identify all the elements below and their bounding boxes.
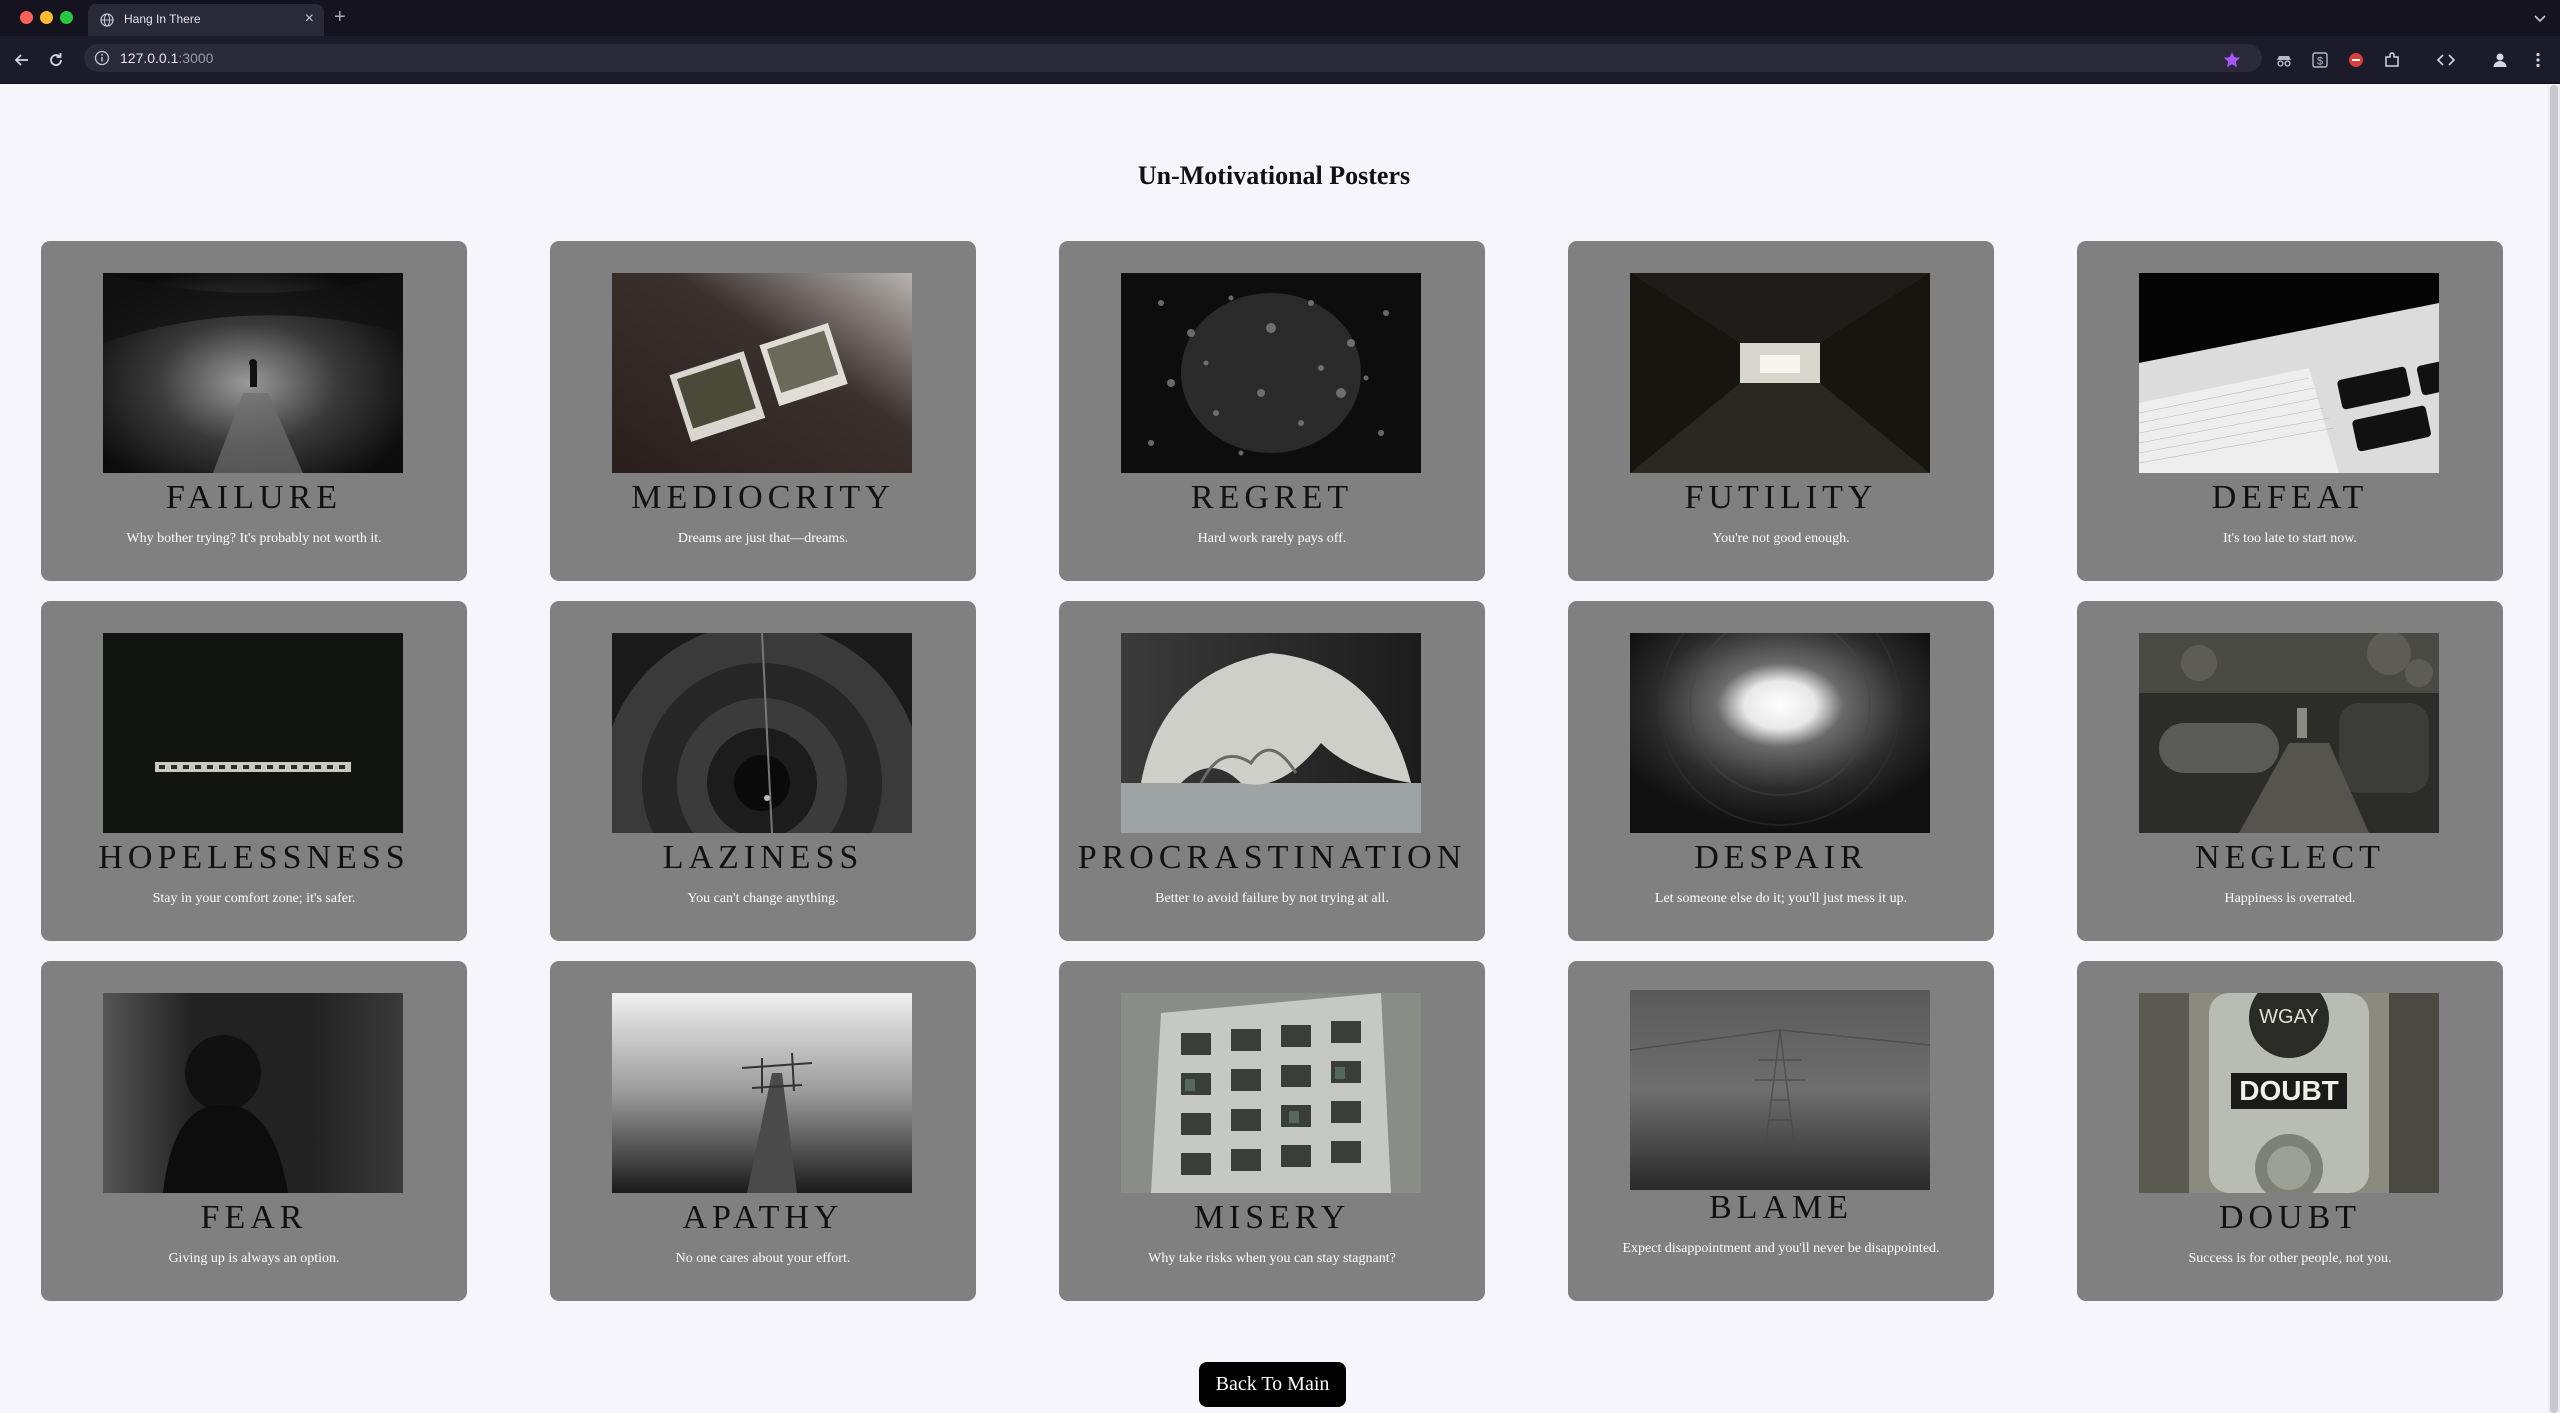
extensions-puzzle-icon[interactable] — [2382, 50, 2402, 70]
poster-card-hopelessness: HOPELESSNESS Stay in your comfort zone; … — [41, 601, 467, 941]
tab-close-icon[interactable]: × — [305, 10, 314, 28]
poster-title: MISERY — [1193, 1199, 1351, 1236]
poster-card-mediocrity: MEDIOCRITY Dreams are just that—dreams. — [550, 241, 976, 581]
poster-grid: FAILURE Why bother trying? It's probably… — [41, 241, 2503, 1341]
poster-title: DOUBT — [2218, 1199, 2362, 1236]
poster-title: LAZINESS — [662, 839, 864, 876]
block-extension-icon[interactable] — [2346, 50, 2366, 70]
devtools-code-icon[interactable] — [2436, 50, 2456, 70]
poster-title: FAILURE — [165, 479, 343, 516]
poster-card-despair: DESPAIR Let someone else do it; you'll j… — [1568, 601, 1994, 941]
poster-card-regret: REGRET Hard work rarely pays off. — [1059, 241, 1485, 581]
poster-quote: Happiness is overrated. — [2224, 891, 2356, 906]
poster-image-despair — [1630, 633, 1930, 833]
poster-title: DEFEAT — [2211, 479, 2369, 516]
poster-title: HOPELESSNESS — [98, 839, 410, 876]
poster-quote: Expect disappointment and you'll never b… — [1622, 1241, 1940, 1256]
poster-card-defeat: DEFEAT It's too late to start now. — [2077, 241, 2503, 581]
poster-title: APATHY — [682, 1199, 844, 1236]
poster-title: NEGLECT — [2195, 839, 2385, 876]
back-to-main-button[interactable]: Back To Main — [1199, 1362, 1346, 1407]
poster-title: PROCRASTINATION — [1077, 839, 1467, 876]
new-tab-icon[interactable]: + — [334, 7, 346, 27]
poster-card-neglect: NEGLECT Happiness is overrated. — [2077, 601, 2503, 941]
browser-toolbar: 127.0.0.1:3000 $ — [0, 36, 2560, 84]
poster-quote: Success is for other people, not you. — [2188, 1251, 2392, 1266]
svg-text:$: $ — [2317, 56, 2323, 68]
poster-image-mediocrity — [612, 273, 912, 473]
poster-card-doubt: WGAY DOUBT DOUBT Success is for other pe… — [2077, 961, 2503, 1301]
poster-quote: Dreams are just that—dreams. — [677, 531, 849, 546]
browser-chrome: Hang In There × + 127.0.0.1:3000 $ — [0, 0, 2560, 84]
poster-image-failure — [103, 273, 403, 473]
poster-card-blame: BLAME Expect disappointment and you'll n… — [1568, 961, 1994, 1301]
tab-title: Hang In There — [124, 12, 201, 26]
tab-strip: Hang In There × + — [0, 0, 2560, 36]
svg-text:WGAY: WGAY — [2259, 1006, 2319, 1028]
poster-quote: Why bother trying? It's probably not wor… — [126, 531, 382, 546]
url-text: 127.0.0.1:3000 — [120, 50, 213, 66]
back-arrow-icon[interactable] — [12, 50, 32, 70]
poster-quote: Hard work rarely pays off. — [1197, 531, 1347, 546]
bookmark-star-icon[interactable] — [2222, 50, 2242, 70]
poster-image-misery — [1121, 993, 1421, 1193]
reload-icon[interactable] — [46, 50, 66, 70]
poster-card-failure: FAILURE Why bother trying? It's probably… — [41, 241, 467, 581]
poster-image-fear — [103, 993, 403, 1193]
page-scrollbar[interactable] — [2548, 85, 2560, 1413]
scrollbar-thumb[interactable] — [2550, 85, 2558, 1413]
globe-icon — [100, 13, 114, 27]
poster-image-hopelessness — [103, 633, 403, 833]
tab-search-chevron-icon[interactable] — [2530, 8, 2550, 28]
window-close-button[interactable] — [20, 11, 33, 24]
poster-image-doubt: WGAY DOUBT — [2139, 993, 2439, 1193]
poster-title: FUTILITY — [1684, 479, 1878, 516]
dollar-extension-icon[interactable]: $ — [2310, 50, 2330, 70]
poster-quote: Stay in your comfort zone; it's safer. — [152, 891, 356, 906]
poster-image-regret — [1121, 273, 1421, 473]
poster-quote: Giving up is always an option. — [168, 1251, 340, 1266]
poster-quote: You're not good enough. — [1712, 531, 1850, 546]
poster-image-laziness — [612, 633, 912, 833]
poster-quote: You can't change anything. — [687, 891, 839, 906]
poster-title: REGRET — [1190, 479, 1354, 516]
poster-quote: Let someone else do it; you'll just mess… — [1654, 891, 1908, 906]
poster-image-neglect — [2139, 633, 2439, 833]
window-minimize-button[interactable] — [40, 11, 53, 24]
poster-card-misery: MISERY Why take risks when you can stay … — [1059, 961, 1485, 1301]
poster-quote: Better to avoid failure by not trying at… — [1155, 891, 1389, 906]
poster-title: DESPAIR — [1694, 839, 1868, 876]
page-title: Un-Motivational Posters — [1137, 161, 1411, 190]
poster-title: BLAME — [1709, 1189, 1853, 1226]
poster-image-futility — [1630, 273, 1930, 473]
window-zoom-button[interactable] — [60, 11, 73, 24]
url-port: :3000 — [178, 50, 214, 66]
poster-image-blame — [1630, 990, 1930, 1190]
poster-image-defeat — [2139, 273, 2439, 473]
poster-image-apathy — [612, 993, 912, 1193]
browser-menu-kebab-icon[interactable] — [2528, 50, 2548, 70]
svg-text:DOUBT: DOUBT — [2239, 1075, 2339, 1106]
poster-image-procrastination — [1121, 633, 1421, 833]
site-info-icon[interactable] — [94, 50, 110, 66]
poster-card-futility: FUTILITY You're not good enough. — [1568, 241, 1994, 581]
poster-title: FEAR — [200, 1199, 308, 1236]
browser-tab-active[interactable]: Hang In There × — [88, 4, 324, 36]
incognito-extension-icon[interactable] — [2274, 50, 2294, 70]
poster-quote: No one cares about your effort. — [675, 1251, 851, 1266]
poster-card-laziness: LAZINESS You can't change anything. — [550, 601, 976, 941]
poster-card-procrastination: PROCRASTINATION Better to avoid failure … — [1059, 601, 1485, 941]
address-bar[interactable]: 127.0.0.1:3000 — [84, 44, 2262, 72]
poster-card-fear: FEAR Giving up is always an option. — [41, 961, 467, 1301]
page-content: Un-Motivational Posters FAILURE Why both… — [0, 85, 2548, 1413]
poster-quote: It's too late to start now. — [2223, 531, 2357, 546]
url-host: 127.0.0.1 — [120, 50, 179, 66]
poster-card-apathy: APATHY No one cares about your effort. — [550, 961, 976, 1301]
poster-quote: Why take risks when you can stay stagnan… — [1148, 1251, 1396, 1266]
poster-title: MEDIOCRITY — [631, 479, 895, 516]
profile-avatar-icon[interactable] — [2490, 50, 2510, 70]
